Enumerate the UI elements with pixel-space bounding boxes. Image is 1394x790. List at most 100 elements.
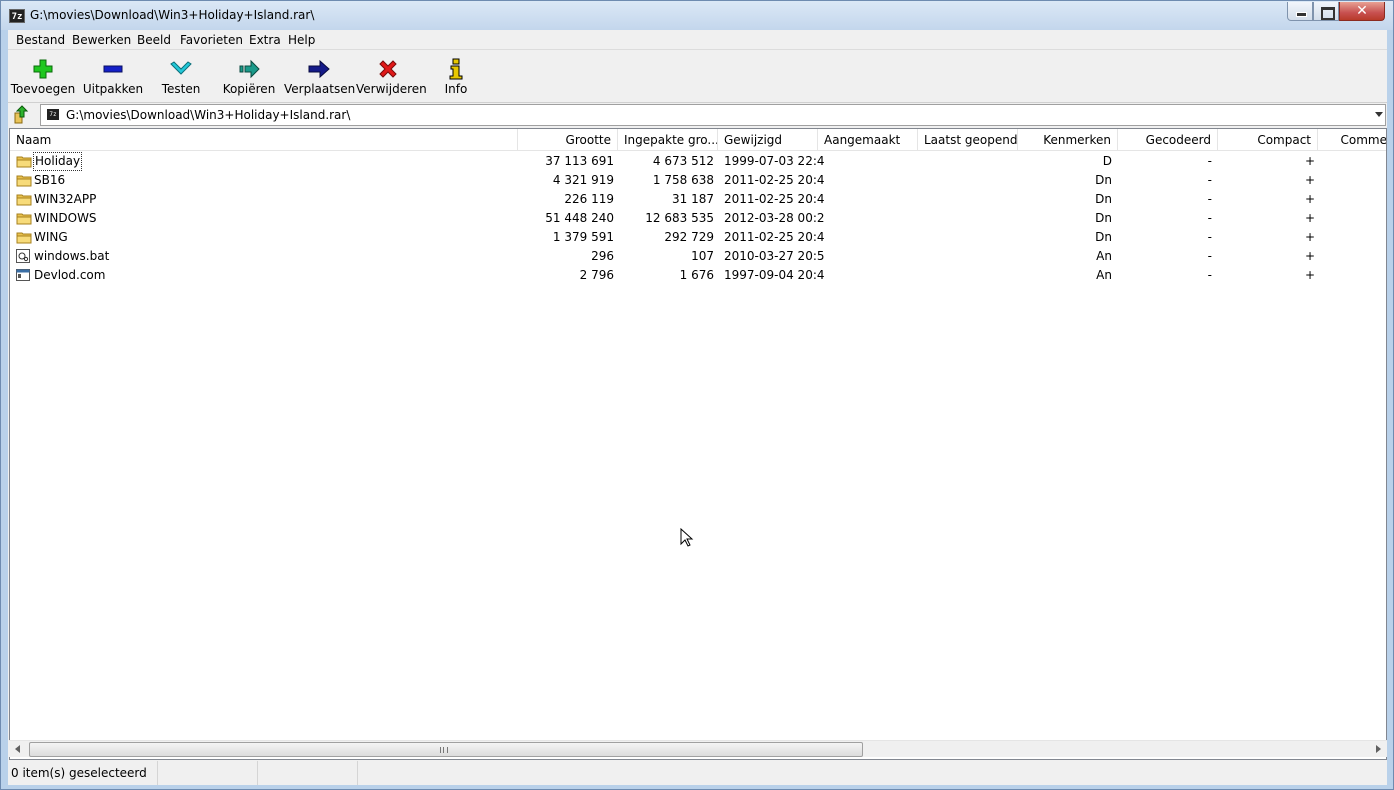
info-button[interactable]: Info <box>428 53 484 99</box>
scrollbar-thumb[interactable] <box>29 742 863 757</box>
col-compact[interactable]: Compact <box>1218 129 1318 151</box>
cell-encrypted: - <box>1207 192 1212 206</box>
app-icon[interactable]: 7z <box>9 9 25 23</box>
close-button[interactable]: ✕ <box>1339 2 1385 21</box>
address-combobox[interactable]: 7z G:\movies\Download\Win3+Holiday+Islan… <box>40 104 1386 126</box>
cell-name: WINDOWS <box>10 209 518 228</box>
cell-packed: 12 683 535 <box>645 211 714 225</box>
table-row[interactable]: SB16 4 321 919 1 758 638 2011-02-25 20:40 Dn… <box>10 171 1386 190</box>
file-name: SB16 <box>34 173 66 187</box>
window-title: G:\movies\Download\Win3+Holiday+Island.r… <box>30 8 315 22</box>
cell-attributes: An <box>1096 268 1112 282</box>
info-label: Info <box>444 82 468 96</box>
file-name: WINDOWS <box>34 211 97 225</box>
cell-encrypted: - <box>1207 249 1212 263</box>
cell-packed: 1 758 638 <box>652 173 714 187</box>
col-encrypted[interactable]: Gecodeerd <box>1118 129 1218 151</box>
menu-bewerken[interactable]: Bewerken <box>72 33 131 47</box>
add-label: Toevoegen <box>10 82 76 96</box>
address-path: G:\movies\Download\Win3+Holiday+Island.r… <box>66 108 351 122</box>
folder-icon <box>16 232 32 244</box>
folder-icon <box>16 175 32 187</box>
col-attributes[interactable]: Kenmerken <box>1018 129 1118 151</box>
file-name: windows.bat <box>34 249 110 263</box>
cell-size: 51 448 240 <box>545 211 614 225</box>
cell-compact: + <box>1304 268 1316 282</box>
menu-help[interactable]: Help <box>288 33 315 47</box>
client-area: Bestand Bewerken Beeld Favorieten Extra … <box>8 30 1387 785</box>
delete-x-icon <box>379 60 397 78</box>
folder-icon <box>16 156 32 168</box>
col-created[interactable]: Aangemaakt <box>818 129 918 151</box>
folder-icon <box>16 194 32 206</box>
status-cell-3 <box>258 761 358 785</box>
horizontal-scrollbar[interactable] <box>9 740 1387 757</box>
menu-extra[interactable]: Extra <box>249 33 281 47</box>
add-button[interactable]: Toevoegen <box>10 53 76 99</box>
toolbar: Toevoegen Uitpakken Testen Kopiëren Verp… <box>8 51 1387 101</box>
up-folder-icon[interactable] <box>12 105 34 125</box>
move-button[interactable]: Verplaatsen <box>284 53 356 99</box>
cell-packed: 4 673 512 <box>652 154 714 168</box>
cell-compact: + <box>1304 173 1316 187</box>
table-row[interactable]: Holiday 37 113 691 4 673 512 1999-07-03 22:… <box>10 152 1386 171</box>
extract-button[interactable]: Uitpakken <box>80 53 146 99</box>
file-list[interactable]: Naam Grootte Ingepakte gro... Gewijzigd … <box>9 128 1387 760</box>
table-row[interactable]: WIN32APP 226 119 31 187 2011-02-25 20:40 Dn -… <box>10 190 1386 209</box>
file-name: Holiday <box>33 152 83 171</box>
table-row[interactable]: WING 1 379 591 292 729 2011-02-25 20:40 Dn - + <box>10 228 1386 247</box>
copy-button[interactable]: Kopiëren <box>216 53 282 99</box>
col-packed[interactable]: Ingepakte gro... <box>618 129 718 151</box>
title-bar[interactable]: 7z G:\movies\Download\Win3+Holiday+Islan… <box>1 1 1393 30</box>
test-label: Testen <box>161 82 201 96</box>
file-name: WING <box>34 230 68 244</box>
close-icon: ✕ <box>1356 3 1368 19</box>
cell-attributes: Dn <box>1095 211 1112 225</box>
cell-name: Devlod.com <box>10 266 518 285</box>
table-row[interactable]: windows.bat 296 107 2010-03-27 20:57 An - + <box>10 247 1386 266</box>
col-comment[interactable]: Comme <box>1318 129 1386 151</box>
move-label: Verplaatsen <box>284 82 356 96</box>
grip-icon <box>440 747 448 753</box>
executable-file-icon <box>16 269 30 281</box>
col-accessed[interactable]: Laatst geopend <box>918 129 1018 151</box>
cell-encrypted: - <box>1207 268 1212 282</box>
menu-bar: Bestand Bewerken Beeld Favorieten Extra … <box>8 30 1387 50</box>
cell-modified: 2011-02-25 20:40 <box>724 192 824 206</box>
file-name: WIN32APP <box>34 192 97 206</box>
cell-packed: 1 676 <box>679 268 714 282</box>
cell-name: WIN32APP <box>10 190 518 209</box>
menu-beeld[interactable]: Beeld <box>137 33 171 47</box>
minimize-button[interactable] <box>1287 2 1313 21</box>
chevron-down-icon[interactable] <box>1375 112 1383 117</box>
delete-label: Verwijderen <box>356 82 427 96</box>
extract-label: Uitpakken <box>82 82 144 96</box>
menu-bestand[interactable]: Bestand <box>16 33 65 47</box>
col-size[interactable]: Grootte <box>518 129 618 151</box>
scroll-right-icon[interactable] <box>1376 745 1381 753</box>
table-row[interactable]: Devlod.com 2 796 1 676 1997-09-04 20:47 An - + <box>10 266 1386 285</box>
file-name: Devlod.com <box>34 268 106 282</box>
menu-favorieten[interactable]: Favorieten <box>180 33 243 47</box>
col-name[interactable]: Naam <box>10 129 518 151</box>
cell-attributes: D <box>1102 154 1112 168</box>
cell-size: 296 <box>591 249 614 263</box>
mouse-cursor-icon <box>680 528 694 547</box>
copy-arrow-icon <box>239 59 260 79</box>
cell-modified: 2010-03-27 20:57 <box>724 249 824 263</box>
col-modified[interactable]: Gewijzigd <box>718 129 818 151</box>
delete-button[interactable]: Verwijderen <box>356 53 427 99</box>
move-arrow-icon <box>308 59 330 79</box>
cell-size: 4 321 919 <box>552 173 614 187</box>
scroll-left-icon[interactable] <box>15 745 20 753</box>
check-chevron-icon <box>170 61 192 75</box>
maximize-button[interactable] <box>1313 2 1339 21</box>
cell-name: Holiday <box>10 152 518 171</box>
test-button[interactable]: Testen <box>148 53 214 99</box>
address-bar: 7z G:\movies\Download\Win3+Holiday+Islan… <box>8 102 1387 126</box>
folder-icon <box>16 213 32 225</box>
table-row[interactable]: WINDOWS 51 448 240 12 683 535 2012-03-28 00… <box>10 209 1386 228</box>
status-cell-2 <box>158 761 258 785</box>
cell-packed: 292 729 <box>664 230 714 244</box>
cell-name: windows.bat <box>10 247 518 266</box>
